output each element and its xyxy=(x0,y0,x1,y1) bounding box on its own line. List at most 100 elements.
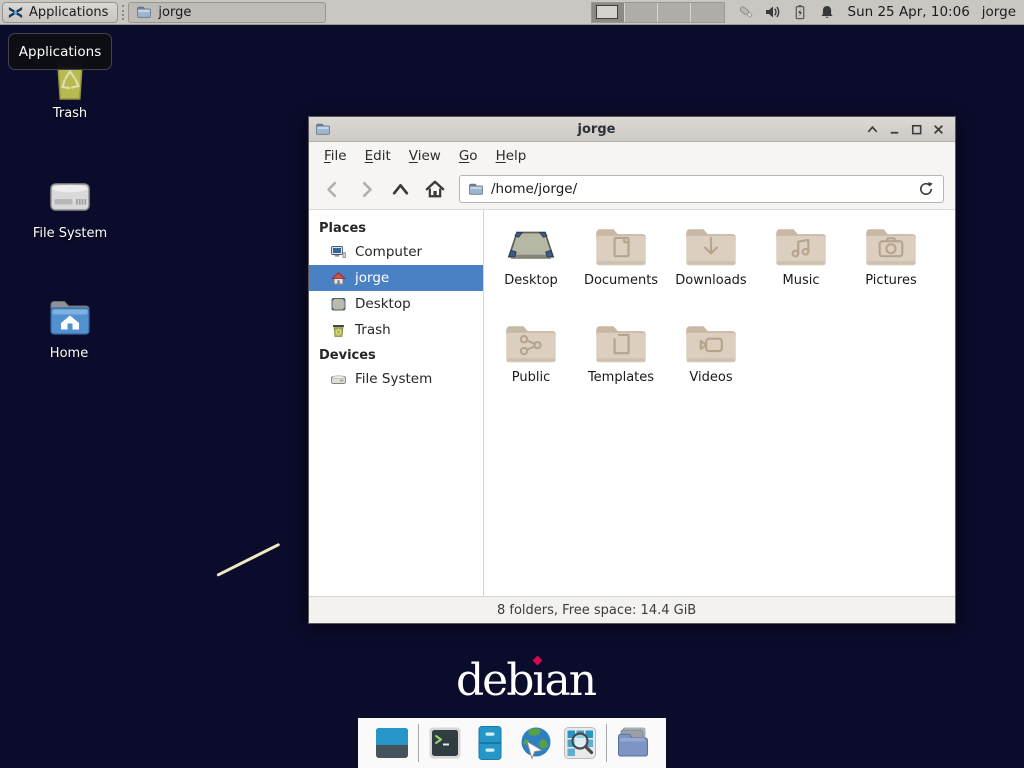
applications-menu-button[interactable]: Applications xyxy=(2,2,118,23)
menu-go[interactable]: Go xyxy=(450,144,487,168)
directory-menu-icon[interactable] xyxy=(614,724,652,762)
sidebar-item-computer[interactable]: Computer xyxy=(309,239,483,265)
file-item-label: Desktop xyxy=(504,273,558,288)
desktop-artifact-line xyxy=(216,543,280,577)
home-button[interactable] xyxy=(422,177,447,202)
sidebar-item-label: Desktop xyxy=(355,296,411,312)
workspace-pager[interactable] xyxy=(591,2,725,23)
minimize-button[interactable] xyxy=(883,119,905,139)
folder-page-icon xyxy=(593,223,649,269)
folder-download-icon xyxy=(683,223,739,269)
panel-handle[interactable] xyxy=(122,5,124,20)
workspace-2[interactable] xyxy=(625,3,658,22)
menu-edit[interactable]: Edit xyxy=(356,144,400,168)
window-titlebar[interactable]: jorge xyxy=(309,117,955,142)
window-title: jorge xyxy=(332,122,861,137)
location-bar[interactable]: /home/jorge/ xyxy=(459,175,944,203)
places-header: Places xyxy=(309,216,483,239)
folder-video-icon xyxy=(683,320,739,366)
sidebar-item-desktop[interactable]: Desktop xyxy=(309,291,483,317)
user-actions-button[interactable]: jorge xyxy=(982,4,1016,20)
desktop-small-icon xyxy=(330,296,347,313)
file-manager-window: jorge FileEditViewGoHelp /home/jorge/ xyxy=(308,116,956,624)
home-small-icon xyxy=(330,270,347,287)
notifications-bell-icon[interactable] xyxy=(818,3,836,21)
maximize-button[interactable] xyxy=(905,119,927,139)
side-pane: Places Computer jorge Desktop Trash Devices… xyxy=(309,210,484,596)
dock-separator xyxy=(418,724,419,762)
pager-window-rect xyxy=(596,5,618,19)
top-panel: Applications jorge Sun 25 Apr, 10:06 jor… xyxy=(0,0,1024,25)
tooltip-text: Applications xyxy=(19,44,101,60)
menu-file[interactable]: File xyxy=(315,144,356,168)
file-item-label: Documents xyxy=(584,273,658,288)
web-browser-icon[interactable] xyxy=(516,724,554,762)
hard-drive-icon xyxy=(44,172,96,224)
file-item-label: Downloads xyxy=(675,273,746,288)
file-item-label: Music xyxy=(783,273,820,288)
special-desktop-icon xyxy=(503,223,559,269)
file-view[interactable]: Desktop Documents Downloads Music Pictures Pu… xyxy=(484,210,955,596)
drive-small-icon xyxy=(330,371,347,388)
shade-button[interactable] xyxy=(861,119,883,139)
file-item-desktop[interactable]: Desktop xyxy=(486,223,576,320)
debian-logo: debıan xyxy=(456,659,595,703)
file-item-public[interactable]: Public xyxy=(486,320,576,417)
sidebar-item-jorge[interactable]: jorge xyxy=(309,265,483,291)
sidebar-item-trash[interactable]: Trash xyxy=(309,317,483,343)
file-item-videos[interactable]: Videos xyxy=(666,320,756,417)
trash-small-icon xyxy=(330,322,347,339)
forward-button[interactable] xyxy=(354,177,379,202)
status-text: 8 folders, Free space: 14.4 GiB xyxy=(497,603,696,618)
volume-icon[interactable] xyxy=(764,3,782,21)
menu-view[interactable]: View xyxy=(400,144,450,168)
show-desktop-icon[interactable] xyxy=(373,724,411,762)
up-button[interactable] xyxy=(388,177,413,202)
debian-red-dot: ı xyxy=(532,655,544,706)
file-item-templates[interactable]: Templates xyxy=(576,320,666,417)
battery-icon[interactable] xyxy=(791,3,809,21)
devices-header: Devices xyxy=(309,343,483,366)
window-body: Places Computer jorge Desktop Trash Devices… xyxy=(309,210,955,596)
toolbar: /home/jorge/ xyxy=(309,169,955,210)
file-manager-icon[interactable] xyxy=(471,724,509,762)
file-item-downloads[interactable]: Downloads xyxy=(666,223,756,320)
workspace-4[interactable] xyxy=(691,3,724,22)
sidebar-item-file-system[interactable]: File System xyxy=(309,366,483,392)
file-item-label: Public xyxy=(512,370,550,385)
file-item-music[interactable]: Music xyxy=(756,223,846,320)
desktop-icon-file-system[interactable]: File System xyxy=(18,172,122,241)
window-folder-icon xyxy=(315,121,332,138)
folder-share-icon xyxy=(503,320,559,366)
folder-template-icon xyxy=(593,320,649,366)
desktop-icon-home[interactable]: Home xyxy=(17,292,121,361)
file-item-label: Videos xyxy=(689,370,732,385)
desktop-icon-label: Trash xyxy=(18,106,122,121)
refresh-icon[interactable] xyxy=(917,180,935,198)
applications-menu-label: Applications xyxy=(29,5,108,20)
menu-help[interactable]: Help xyxy=(487,144,536,168)
removable-device-icon[interactable] xyxy=(737,3,755,21)
app-finder-icon[interactable] xyxy=(561,724,599,762)
panel-clock[interactable]: Sun 25 Apr, 10:06 xyxy=(848,4,970,20)
location-path[interactable]: /home/jorge/ xyxy=(491,181,910,197)
file-item-pictures[interactable]: Pictures xyxy=(846,223,936,320)
applications-menu-icon xyxy=(7,4,24,21)
workspace-1[interactable] xyxy=(592,3,625,22)
sidebar-item-label: Computer xyxy=(355,244,422,260)
system-tray xyxy=(737,3,836,21)
desktop-icon-label: Home xyxy=(17,346,121,361)
sidebar-item-label: File System xyxy=(355,371,432,387)
sidebar-item-label: jorge xyxy=(355,270,389,286)
computer-small-icon xyxy=(330,244,347,261)
sidebar-item-label: Trash xyxy=(355,322,391,338)
close-button[interactable] xyxy=(927,119,949,139)
file-item-documents[interactable]: Documents xyxy=(576,223,666,320)
terminal-icon[interactable] xyxy=(426,724,464,762)
taskbar-window-button[interactable]: jorge xyxy=(128,2,326,23)
home-folder-icon xyxy=(43,292,95,344)
workspace-3[interactable] xyxy=(658,3,691,22)
desktop-icon-label: File System xyxy=(18,226,122,241)
back-button[interactable] xyxy=(320,177,345,202)
folder-music-icon xyxy=(773,223,829,269)
